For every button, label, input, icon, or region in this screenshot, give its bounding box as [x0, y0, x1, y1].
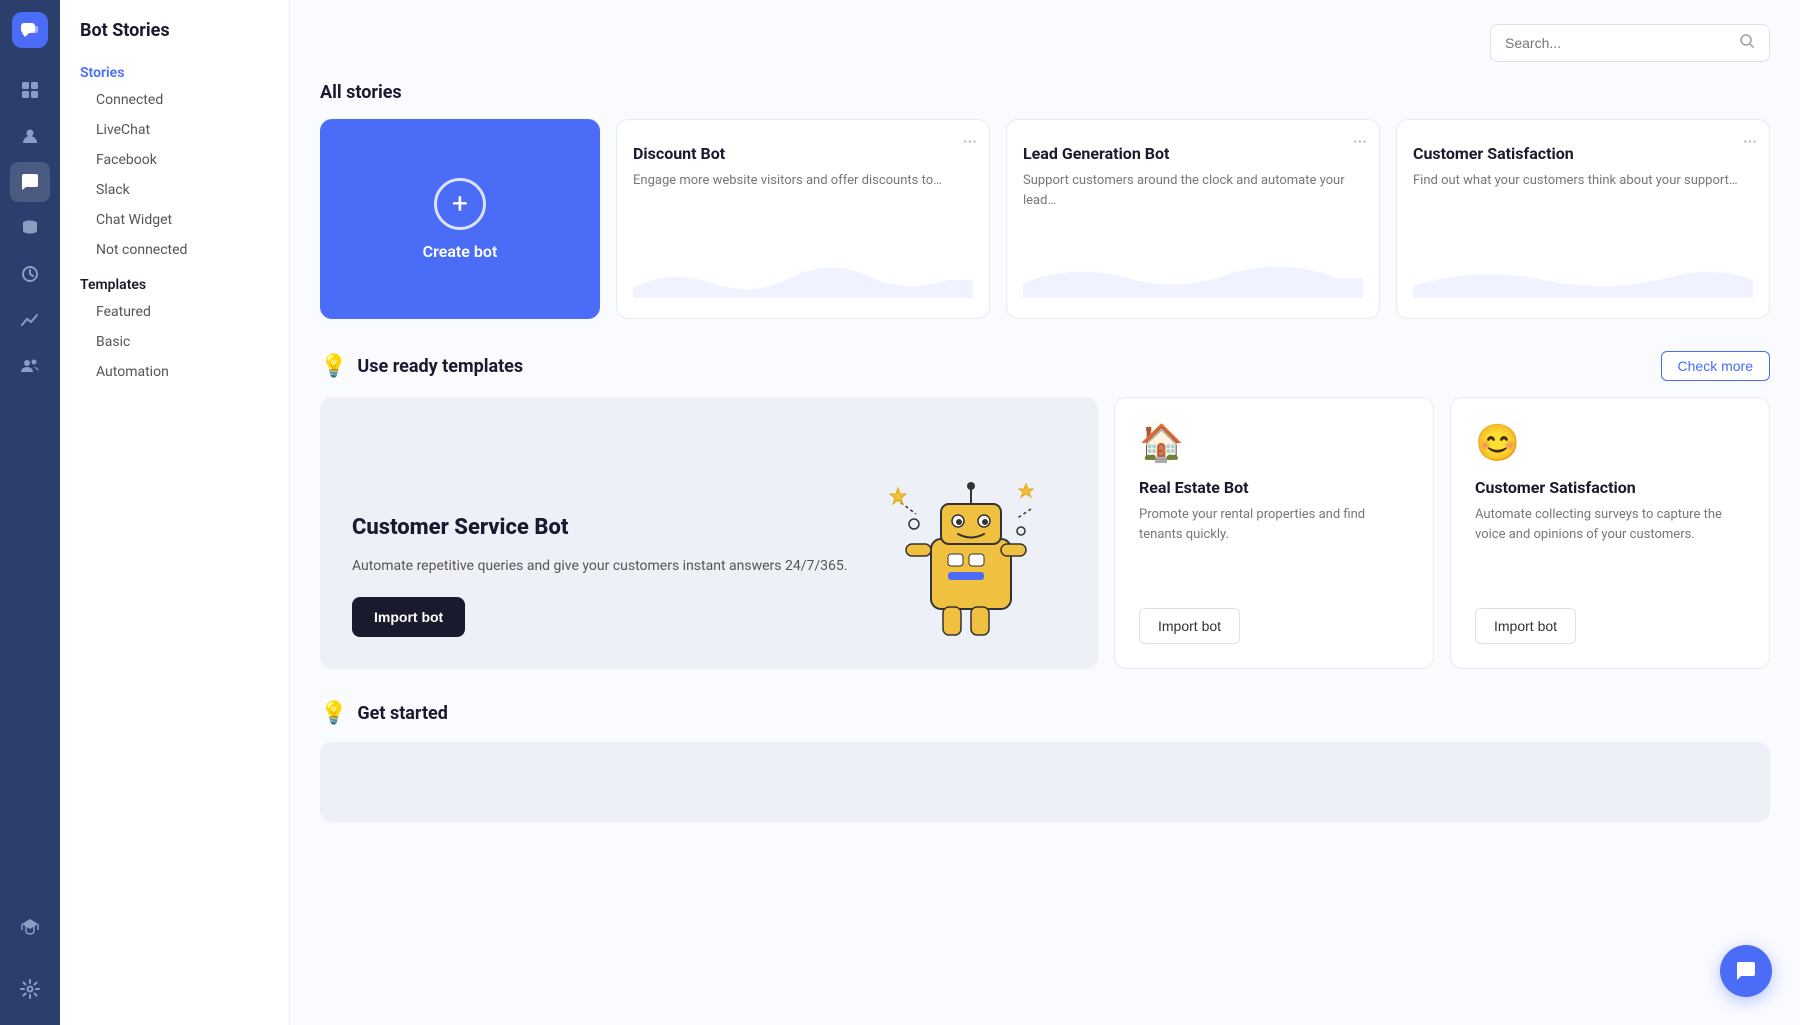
bot-card-desc-2: Find out what your customers think about… [1413, 171, 1753, 246]
real-estate-import-button[interactable]: Import bot [1139, 608, 1240, 644]
main-content: All stories + Create bot ··· Discount Bo… [290, 0, 1800, 1025]
featured-card-title: Customer Service Bot [352, 514, 866, 543]
satisfaction-desc: Automate collecting surveys to capture t… [1475, 505, 1745, 592]
templates-section-title: Use ready templates [357, 356, 523, 377]
sidebar-featured[interactable]: Featured [60, 297, 289, 327]
get-started-section: 💡 Get started [320, 701, 1770, 726]
bot-card-wave-0 [633, 258, 973, 302]
real-estate-desc: Promote your rental properties and find … [1139, 505, 1409, 592]
bot-card-title-0: Discount Bot [633, 144, 973, 163]
icon-navigation [0, 0, 60, 1025]
bot-card-title-2: Customer Satisfaction [1413, 144, 1753, 163]
real-estate-bot-card: 🏠 Real Estate Bot Promote your rental pr… [1114, 397, 1434, 669]
main-header [320, 24, 1770, 62]
featured-customer-service-card: Customer Service Bot Automate repetitive… [320, 397, 1098, 669]
create-bot-plus-icon: + [434, 178, 486, 230]
sidebar-basic[interactable]: Basic [60, 327, 289, 357]
bot-card-menu-1[interactable]: ··· [1353, 132, 1367, 153]
bot-card-1: ··· Lead Generation Bot Support customer… [1006, 119, 1380, 319]
sidebar-connected[interactable]: Connected [60, 85, 289, 115]
satisfaction-icon: 😊 [1475, 422, 1745, 464]
satisfaction-import-button[interactable]: Import bot [1475, 608, 1576, 644]
bot-card-menu-2[interactable]: ··· [1743, 132, 1757, 153]
bot-card-0: ··· Discount Bot Engage more website vis… [616, 119, 990, 319]
nav-history[interactable] [10, 254, 50, 294]
sidebar-automation[interactable]: Automation [60, 357, 289, 387]
search-icon [1739, 33, 1755, 53]
sidebar-not-connected[interactable]: Not connected [60, 235, 289, 265]
nav-contacts[interactable] [10, 116, 50, 156]
get-started-title: Get started [357, 703, 448, 724]
bot-card-wave-1 [1023, 258, 1363, 302]
real-estate-title: Real Estate Bot [1139, 478, 1409, 497]
featured-card-description: Automate repetitive queries and give you… [352, 555, 866, 577]
nav-dashboard[interactable] [10, 70, 50, 110]
sidebar-stories-link[interactable]: Stories [60, 57, 289, 85]
nav-chat[interactable] [10, 162, 50, 202]
sidebar-facebook[interactable]: Facebook [60, 145, 289, 175]
nav-settings[interactable] [10, 969, 50, 1009]
featured-illustration [866, 429, 1066, 669]
nav-analytics[interactable] [10, 300, 50, 340]
bot-card-menu-0[interactable]: ··· [963, 132, 977, 153]
satisfaction-title: Customer Satisfaction [1475, 478, 1745, 497]
get-started-content [320, 742, 1770, 822]
sidebar-templates-header[interactable]: Templates [60, 265, 289, 297]
templates-section-header: 💡 Use ready templates Check more [320, 351, 1770, 381]
create-bot-label: Create bot [423, 242, 498, 261]
stories-grid: + Create bot ··· Discount Bot Engage mor… [320, 119, 1770, 319]
sidebar-chat-widget[interactable]: Chat Widget [60, 205, 289, 235]
fab-chat-button[interactable] [1720, 945, 1772, 997]
bot-card-wave-2 [1413, 258, 1753, 302]
bot-card-2: ··· Customer Satisfaction Find out what … [1396, 119, 1770, 319]
bot-card-title-1: Lead Generation Bot [1023, 144, 1363, 163]
check-more-button[interactable]: Check more [1661, 351, 1770, 381]
search-input[interactable] [1505, 35, 1731, 51]
lightbulb-icon: 💡 [320, 354, 347, 379]
customer-satisfaction-card: 😊 Customer Satisfaction Automate collect… [1450, 397, 1770, 669]
sidebar-slack[interactable]: Slack [60, 175, 289, 205]
nav-academy[interactable] [10, 907, 50, 947]
bot-card-desc-0: Engage more website visitors and offer d… [633, 171, 973, 246]
all-stories-title: All stories [320, 82, 1770, 103]
real-estate-icon: 🏠 [1139, 422, 1409, 464]
sidebar-livechat[interactable]: LiveChat [60, 115, 289, 145]
search-bar[interactable] [1490, 24, 1770, 62]
featured-import-button[interactable]: Import bot [352, 597, 465, 637]
nav-database[interactable] [10, 208, 50, 248]
app-logo[interactable] [12, 12, 48, 48]
templates-grid: Customer Service Bot Automate repetitive… [320, 397, 1770, 669]
create-bot-card[interactable]: + Create bot [320, 119, 600, 319]
bot-card-desc-1: Support customers around the clock and a… [1023, 171, 1363, 246]
sidebar: Bot Stories Stories Connected LiveChat F… [60, 0, 290, 1025]
sidebar-title: Bot Stories [60, 20, 289, 57]
nav-team[interactable] [10, 346, 50, 386]
get-started-lightbulb-icon: 💡 [320, 701, 347, 726]
